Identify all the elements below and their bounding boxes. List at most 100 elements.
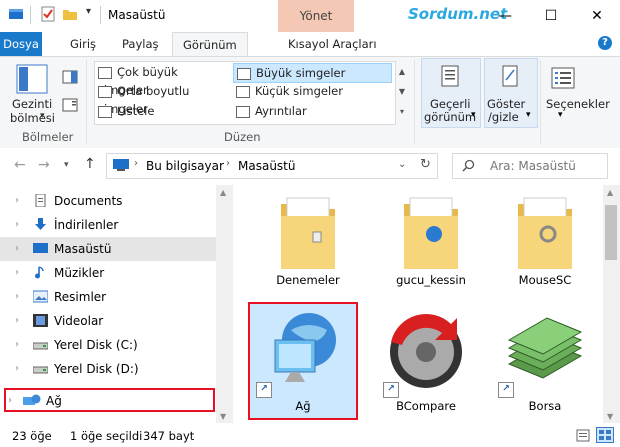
preview-pane-icon[interactable] [62, 70, 78, 84]
details-view-icon[interactable] [576, 429, 590, 442]
details-pane-icon[interactable] [62, 98, 78, 112]
current-view-label-2: görünüm [424, 110, 477, 124]
nav-item-desktop[interactable]: › Masaüstü [0, 237, 216, 261]
new-folder-icon[interactable] [62, 6, 78, 22]
quick-access-dropdown-icon[interactable]: ▾ [86, 6, 91, 17]
help-icon[interactable]: ? [598, 36, 612, 50]
large-icons-view-icon[interactable] [596, 427, 614, 443]
documents-icon [35, 194, 46, 207]
desktop-icon [33, 243, 48, 253]
chevron-right-icon[interactable]: › [8, 389, 12, 413]
folder-icon [404, 197, 458, 269]
up-arrow-icon[interactable]: ↑ [84, 156, 96, 172]
ribbon-separator [414, 60, 415, 144]
current-view-label-1: Geçerli [430, 97, 471, 111]
address-dropdown-icon[interactable]: ⌄ [398, 159, 406, 170]
breadcrumb-chevron-icon[interactable]: › [134, 158, 138, 169]
options-icon[interactable] [550, 66, 576, 90]
chevron-down-icon[interactable]: ▾ [40, 111, 45, 121]
tab-kisayol-araclari[interactable]: Kısayol Araçları [278, 32, 387, 56]
chevron-right-icon[interactable]: › [15, 213, 19, 237]
chevron-right-icon[interactable]: › [15, 285, 19, 309]
nav-item-disk-d[interactable]: › Yerel Disk (D:) [0, 357, 216, 381]
status-selected: 1 öğe seçildi [70, 429, 143, 443]
gallery-scroll-icon[interactable]: ▲ ▼ ▾ [396, 62, 408, 122]
refresh-icon[interactable]: ↻ [420, 157, 431, 172]
pictures-icon [33, 290, 48, 303]
file-label: Borsa [528, 399, 562, 413]
navigation-pane-scrollbar[interactable] [216, 185, 233, 423]
scroll-down-icon[interactable]: ▼ [607, 412, 613, 421]
nav-item-pictures[interactable]: › Resimler [0, 285, 216, 309]
folder-icon [518, 197, 572, 269]
window-title: Masaüstü [108, 8, 166, 22]
chevron-right-icon[interactable]: › [15, 333, 19, 357]
search-placeholder: Ara: Masaüstü [490, 159, 576, 173]
chevron-right-icon[interactable]: › [15, 189, 19, 213]
small-icons-icon [236, 85, 250, 98]
chevron-right-icon[interactable]: › [15, 237, 19, 261]
file-label: BCompare [396, 399, 456, 413]
maximize-button[interactable]: ☐ [528, 0, 574, 32]
navigation-pane-label-1[interactable]: Gezinti [12, 97, 52, 111]
back-arrow-icon[interactable]: ← [14, 157, 26, 173]
file-item-denemeler[interactable]: Denemeler [253, 190, 363, 287]
layout-large-icons[interactable]: Büyük simgeler [233, 63, 392, 83]
scroll-up-icon[interactable]: ▲ [220, 188, 226, 197]
nav-item-documents[interactable]: › Documents [0, 189, 216, 213]
ribbon-separator [540, 60, 541, 144]
breadcrumb-desktop[interactable]: Masaüstü [238, 159, 295, 173]
tab-giris[interactable]: Giriş [60, 32, 106, 56]
layout-medium-icons[interactable]: Orta boyutlu simgeler [98, 82, 230, 116]
title-separator [30, 6, 31, 24]
properties-check-icon[interactable] [40, 6, 56, 22]
nav-item-disk-c[interactable]: › Yerel Disk (C:) [0, 333, 216, 357]
options-label[interactable]: Seçenekler [546, 97, 610, 111]
scroll-down-icon[interactable]: ▼ [220, 412, 226, 421]
recent-locations-chevron-icon[interactable]: ▾ [64, 160, 69, 170]
ribbon-separator [86, 60, 87, 144]
tab-paylas[interactable]: Paylaş [112, 32, 169, 56]
file-item-gucu-kessin[interactable]: gucu_kessin [376, 190, 486, 287]
computer-icon [113, 159, 129, 171]
nav-item-downloads[interactable]: › İndirilenler [0, 213, 216, 237]
layout-list[interactable]: Listele [98, 102, 230, 120]
nav-item-music[interactable]: › Müzikler [0, 261, 216, 285]
breadcrumb-chevron-icon[interactable]: › [226, 158, 230, 169]
download-arrow-icon [35, 218, 46, 230]
chevron-right-icon[interactable]: › [15, 261, 19, 285]
close-button[interactable]: ✕ [574, 0, 620, 32]
status-size: 347 bayt [143, 429, 195, 443]
shortcut-arrow-icon: ↗ [498, 382, 514, 398]
breadcrumb-this-pc[interactable]: Bu bilgisayar [146, 159, 224, 173]
explorer-window-icon [9, 9, 23, 19]
chevron-down-icon[interactable]: ▾ [558, 110, 563, 120]
scrollbar-thumb[interactable] [605, 205, 617, 260]
context-tab-yonet[interactable]: Yönet [278, 0, 354, 32]
search-icon [462, 159, 475, 172]
extra-large-icons-icon [98, 66, 112, 79]
scroll-up-icon[interactable]: ▲ [607, 188, 613, 197]
navigation-pane-icon[interactable] [16, 64, 48, 94]
tab-gorunum[interactable]: Görünüm [172, 32, 248, 57]
show-hide-label-1: Göster [487, 97, 526, 111]
nav-item-network[interactable]: › Ağ [0, 389, 200, 413]
file-label: MouseSC [518, 273, 572, 287]
nav-item-videos[interactable]: › Videolar [0, 309, 216, 333]
film-icon [33, 314, 48, 327]
panes-group-label: Bölmeler [22, 130, 74, 144]
layout-extra-large-icons[interactable]: Çok büyük simgeler [98, 63, 230, 97]
navigation-pane-label-2[interactable]: bölmesi [10, 111, 55, 125]
layout-details[interactable]: Ayrıntılar [236, 102, 386, 120]
file-item-mousesc[interactable]: MouseSC [490, 190, 600, 287]
minimize-button[interactable]: — [482, 0, 528, 32]
chevron-right-icon[interactable]: › [15, 309, 19, 333]
forward-arrow-icon[interactable]: → [38, 157, 50, 173]
tab-dosya[interactable]: Dosya [0, 32, 42, 56]
network-computer-icon [274, 313, 336, 382]
medium-icons-icon [98, 85, 112, 98]
chevron-down-icon: ▾ [471, 110, 476, 120]
chevron-right-icon[interactable]: › [15, 357, 19, 381]
chevron-down-icon: ▾ [526, 110, 531, 120]
layout-small-icons[interactable]: Küçük simgeler [236, 82, 386, 100]
